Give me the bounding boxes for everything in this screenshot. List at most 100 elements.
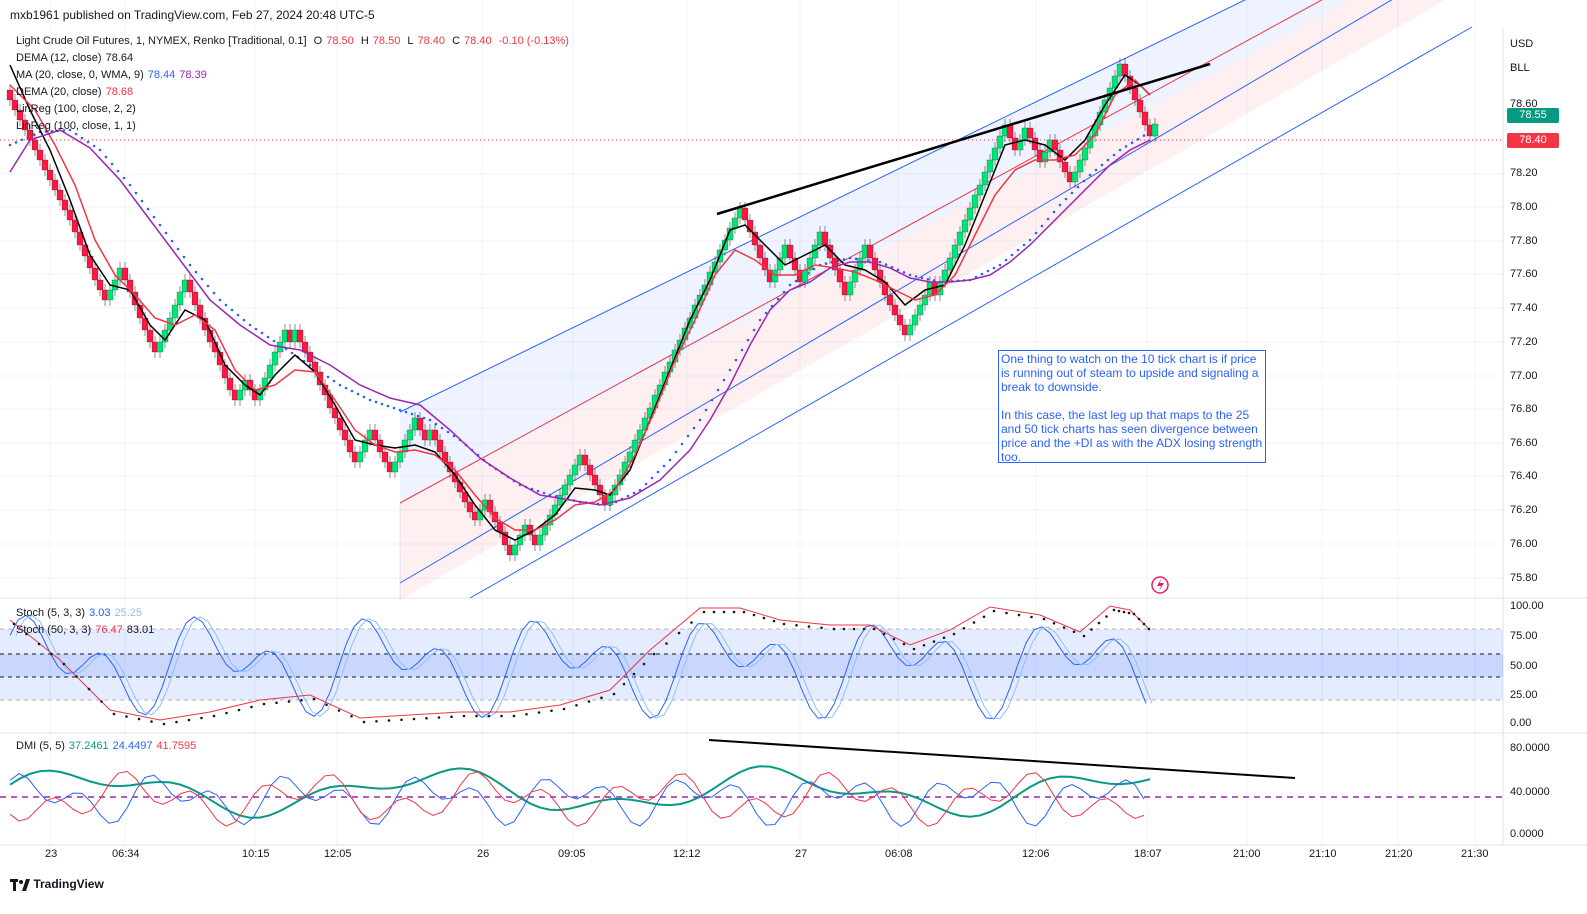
high-label: H [360, 35, 369, 47]
indicator-legend-dema12[interactable]: DEMA (12, close) 78.64 [16, 52, 137, 64]
wma-dot [644, 482, 648, 486]
renko-brick-down [121, 267, 129, 281]
time-tick: 27 [795, 848, 808, 860]
wma-dot [788, 283, 792, 287]
wma-dot [758, 318, 762, 322]
plus-di-line [9, 773, 1145, 828]
renko-brick-down [31, 139, 39, 151]
stoch-slow-d-dot [387, 719, 391, 722]
stoch-d-value: 25.25 [114, 607, 143, 619]
note-paragraph-2: In this case, the last leg up that maps … [1001, 408, 1263, 464]
renko-brick-down [346, 439, 354, 453]
wma-dot [740, 348, 744, 352]
stoch-slow-d-dot [100, 700, 103, 703]
renko-brick-down [1026, 127, 1034, 139]
indicator-legend-ma[interactable]: MA (20, close, 0, WMA, 9) 78.44 78.39 [16, 69, 211, 81]
wma-dot [668, 458, 672, 462]
stoch-tick: 100.00 [1510, 600, 1544, 612]
price-tick: 77.80 [1510, 235, 1538, 247]
wma-dot [362, 395, 366, 399]
stoch-slow-d-dot [237, 708, 241, 712]
indicator-value: 78.68 [105, 86, 134, 98]
stoch-legend-2[interactable]: Stoch (50, 3, 3) 76.47 83.01 [16, 624, 158, 636]
wma-dot [140, 199, 144, 203]
wma-dot [410, 412, 414, 416]
indicator-legend-linreg1[interactable]: LinReg (100, close, 2, 2) [16, 103, 140, 115]
currency-usd-button[interactable]: USD [1510, 38, 1533, 50]
symbol-legend: Light Crude Oil Futures, 1, NYMEX, Renko… [16, 35, 573, 47]
wma-dot [1064, 197, 1068, 201]
renko-brick-up [571, 464, 579, 476]
stoch-legend-1[interactable]: Stoch (5, 3, 3) 3.03 25.25 [16, 607, 146, 619]
stoch-slow-d-dot [87, 687, 91, 691]
stoch-slow-d-dot [712, 610, 716, 614]
renko-brick-up [536, 534, 544, 546]
indicator-legend-dema20[interactable]: DEMA (20, close) 78.68 [16, 86, 137, 98]
wma-dot [356, 392, 360, 396]
wma-dot [914, 275, 918, 278]
stoch-slow-d-dot [300, 698, 303, 702]
time-tick: 21:00 [1233, 848, 1261, 860]
stoch-slow-d-dot [587, 700, 591, 703]
stoch-slow-d-dot [1105, 615, 1108, 618]
wma-dot [1070, 191, 1074, 195]
renko-brick-up [556, 494, 564, 506]
renko-brick-down [36, 149, 44, 161]
wma-dot [1040, 224, 1044, 228]
time-tick: 21:10 [1309, 848, 1337, 860]
wma-dot [206, 284, 210, 288]
stoch-slow-d-dot [1112, 608, 1116, 612]
wma-dot [692, 426, 696, 430]
dmi-trendline [708, 739, 1296, 779]
renko-brick-up [356, 451, 364, 463]
tradingview-footer[interactable]: TradingView [10, 877, 104, 891]
wma-dot [290, 351, 294, 355]
renko-brick-up [271, 351, 279, 366]
time-tick: 21:30 [1461, 848, 1489, 860]
renko-brick-up [906, 324, 914, 336]
stoch-slow-d-dot [500, 714, 503, 718]
annotation-note[interactable]: One thing to watch on the 10 tick chart … [998, 350, 1266, 464]
renko-brick-down [336, 417, 344, 431]
price-tick: 77.00 [1510, 370, 1538, 382]
change-value: -0.10 (-0.13%) [498, 35, 569, 47]
renko-brick-down [341, 429, 349, 441]
chart-canvas[interactable] [0, 0, 1587, 914]
stoch-slow-d-dot [862, 627, 866, 631]
wma-dot [428, 418, 432, 422]
stoch-slow-d-dot [50, 652, 53, 656]
renko-brick-up [916, 304, 924, 316]
stoch-slow-d-dot [1090, 628, 1093, 631]
stoch-slow-d-dot [665, 642, 668, 645]
time-tick: 26 [477, 848, 490, 860]
stoch-slow-d-dot [872, 627, 876, 631]
renko-brick-down [96, 279, 104, 291]
low-value: 78.40 [417, 35, 446, 47]
renko-brick-up [911, 314, 919, 326]
wma-dot [980, 272, 984, 276]
indicator-legend-linreg2[interactable]: LinReg (100, close, 1, 1) [16, 120, 140, 132]
stoch-slow-d-dot [932, 640, 936, 643]
renko-brick-up [1081, 147, 1089, 161]
price-tick: 76.60 [1510, 437, 1538, 449]
stoch-slow-d-dot [12, 622, 16, 626]
wma-dot [848, 256, 852, 260]
stoch-tick: 75.00 [1510, 630, 1538, 642]
stoch-slow-d-dot [537, 711, 541, 714]
stoch-slow-d-dot [1030, 615, 1033, 619]
open-value: 78.50 [326, 35, 354, 47]
stoch-slow-d-dot [1062, 626, 1066, 629]
wma-dot [698, 418, 702, 422]
wma-dot [176, 247, 180, 251]
renko-brick-down [1031, 137, 1039, 151]
stoch-slow-d-dot [882, 632, 886, 636]
stoch-slow-d-dot [912, 647, 916, 651]
stoch-slow-d-dot [902, 642, 906, 646]
unit-bll-button[interactable]: BLL [1510, 62, 1530, 74]
wma-dot [1094, 168, 1098, 172]
wma-dot [104, 155, 108, 159]
stoch-slow-d-dot [1132, 612, 1136, 616]
stoch-slow-d-dot [575, 703, 578, 707]
dmi-legend[interactable]: DMI (5, 5) 37.2461 24.4497 41.7595 [16, 740, 200, 752]
renko-brick-up [956, 231, 964, 246]
